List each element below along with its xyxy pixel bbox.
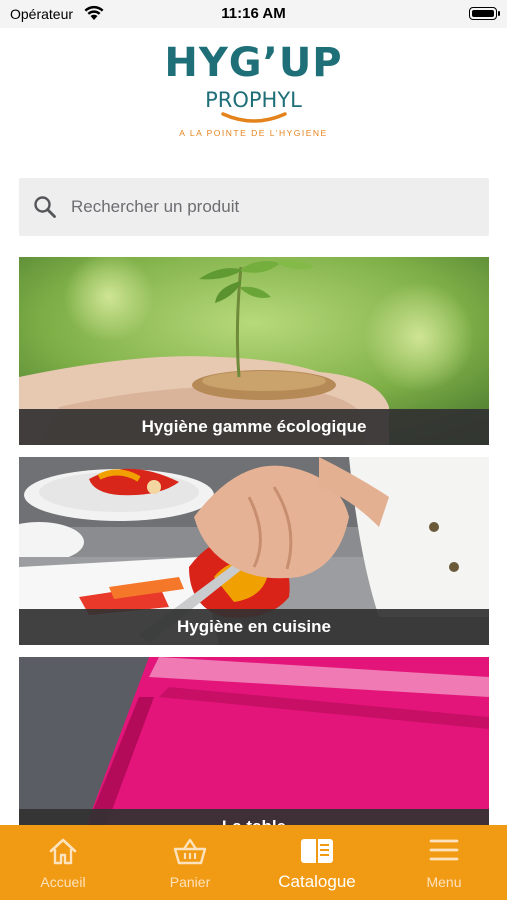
tab-label: Menu — [426, 874, 462, 890]
status-bar: Opérateur 11:16 AM — [0, 0, 507, 28]
catalogue-icon — [301, 839, 333, 863]
battery-icon — [469, 7, 500, 20]
hamburger-menu-icon — [429, 839, 459, 861]
category-label: Hygiène en cuisine — [19, 609, 489, 645]
tab-panier[interactable]: Panier — [127, 825, 253, 900]
logo-tagline: A LA POINTE DE L’HYGIENE — [179, 128, 328, 138]
tab-label: Catalogue — [278, 872, 356, 891]
category-card-table[interactable]: La table — [19, 657, 489, 845]
basket-icon — [173, 838, 207, 865]
logo-sub-text: PROPHYL — [205, 88, 302, 112]
tab-menu[interactable]: Menu — [381, 825, 507, 900]
category-card-ecologique[interactable]: Hygiène gamme écologique — [19, 257, 489, 445]
search-input[interactable] — [71, 178, 471, 236]
tab-bar: Accueil Panier Catalogue Menu — [0, 825, 507, 900]
brand-logo: HYG’UP PROPHYL A LA POINTE DE L’HYGIENE — [0, 40, 507, 160]
tab-accueil[interactable]: Accueil — [0, 825, 126, 900]
tab-catalogue[interactable]: Catalogue — [254, 825, 380, 900]
tab-label: Panier — [169, 874, 211, 890]
search-icon — [33, 195, 57, 224]
logo-smile-icon — [220, 112, 287, 123]
category-card-cuisine[interactable]: Hygiène en cuisine — [19, 457, 489, 645]
logo-brand-text: HYG’UP — [164, 40, 343, 86]
category-label: Hygiène gamme écologique — [19, 409, 489, 445]
search-bar[interactable] — [19, 178, 489, 236]
clock: 11:16 AM — [221, 5, 286, 22]
tab-label: Accueil — [40, 874, 86, 890]
home-icon — [49, 838, 77, 865]
